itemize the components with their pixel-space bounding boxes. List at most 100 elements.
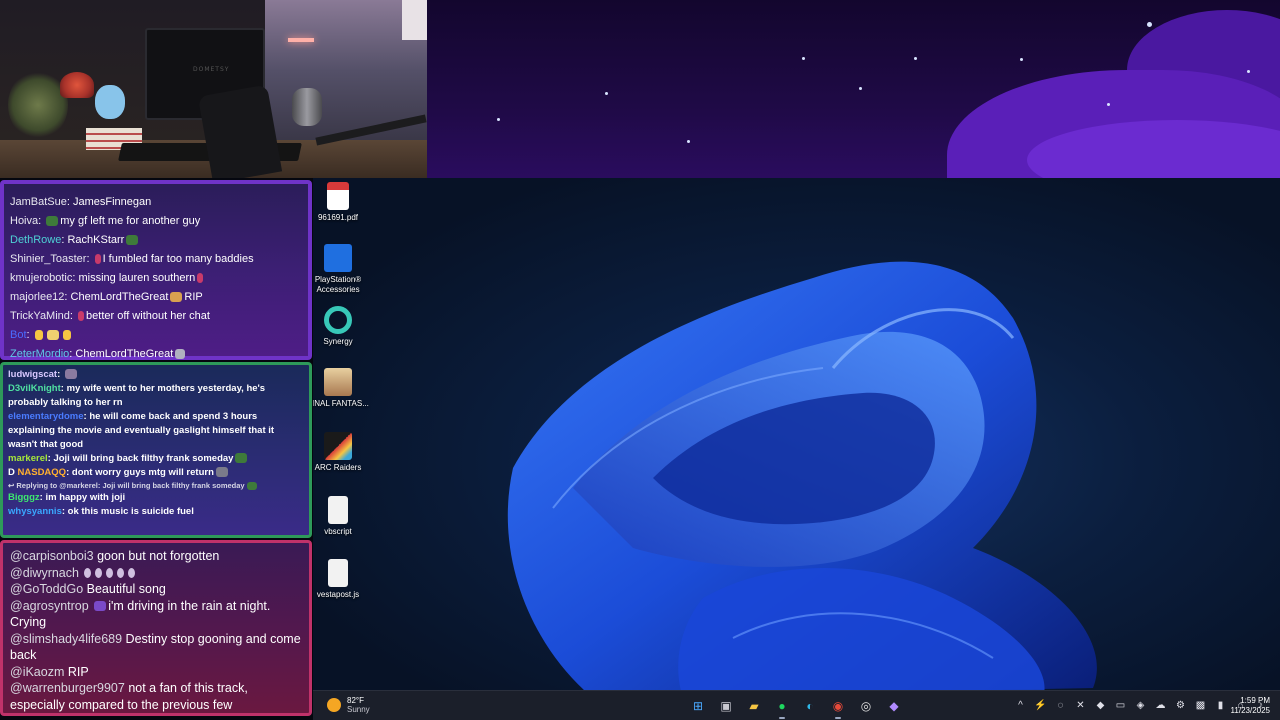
- task-view-icon[interactable]: ▣: [715, 695, 737, 717]
- chat-text: dont worry guys mtg will return: [71, 467, 214, 478]
- desktop-icon-synergy[interactable]: Synergy: [313, 306, 369, 347]
- desktop-icon-vbscript[interactable]: vbscript: [313, 496, 369, 537]
- webcam-chair: [197, 84, 283, 178]
- js-file-icon: [328, 559, 348, 587]
- chat-username[interactable]: TrickYaMind: [10, 310, 70, 322]
- desktop-icon-final-fantasy[interactable]: FINAL FANTAS...: [313, 368, 369, 409]
- chat-username[interactable]: Hoiva: [10, 215, 38, 227]
- arc-raiders-icon: [324, 432, 352, 460]
- weather-condition: Sunny: [347, 705, 370, 714]
- synergy-icon: [324, 306, 352, 334]
- chat-username[interactable]: whysyannis: [8, 506, 62, 517]
- steam-icon[interactable]: ◈: [1133, 698, 1148, 713]
- chat-username[interactable]: @warrenburger9907: [10, 681, 125, 695]
- chat-message: Bigggz: im happy with joji: [8, 492, 126, 503]
- desktop[interactable]: 961691.pdf PlayStation® Accessories Syne…: [313, 178, 1280, 690]
- sync-icon[interactable]: ◌: [1053, 698, 1068, 713]
- chat-username[interactable]: D3vilKnight: [8, 383, 61, 394]
- banner-star: [605, 92, 608, 95]
- banner-star: [1247, 70, 1250, 73]
- chat-text: im happy with joji: [45, 492, 126, 503]
- pdf-file-icon: [327, 182, 349, 210]
- chat-text: Beautiful song: [86, 582, 166, 596]
- desktop-icon-pdf[interactable]: 961691.pdf: [313, 182, 369, 223]
- emote-icon: [94, 601, 107, 612]
- chat-text: ok this music is suicide fuel: [67, 506, 194, 517]
- playstation-accessories-icon: [324, 244, 352, 272]
- edge-icon[interactable]: ◐: [799, 695, 821, 717]
- cloud-icon[interactable]: ☁: [1153, 698, 1168, 713]
- chat-username[interactable]: Shinier_Toaster: [10, 253, 86, 265]
- chat-message: markerel: Joji will bring back filthy fr…: [8, 452, 304, 466]
- chat-message: JamBatSue: JamesFinnegan: [10, 196, 152, 208]
- chat-username[interactable]: @agrosyntrop: [10, 599, 89, 613]
- chat-message: @GoToddGo Beautiful song: [10, 581, 302, 598]
- chat-username[interactable]: @GoToddGo: [10, 582, 83, 596]
- chat-username[interactable]: ludwigscat: [8, 369, 57, 380]
- chat-text: I fumbled far too many baddies: [102, 253, 254, 265]
- nvidia-icon[interactable]: ▩: [1193, 698, 1208, 713]
- chat-username[interactable]: JamBatSue: [10, 196, 67, 208]
- chat-username[interactable]: Bigggz: [8, 492, 40, 503]
- bolt-icon[interactable]: ⚡: [1033, 698, 1048, 713]
- reply-arrow-icon: ↩: [8, 481, 15, 490]
- chat-panel-kick: ludwigscat: D3vilKnight: my wife went to…: [0, 362, 312, 538]
- banner-star: [1147, 22, 1152, 27]
- obs-icon[interactable]: ◎: [855, 695, 877, 717]
- weather-widget[interactable]: 82°F Sunny: [327, 696, 370, 714]
- settings-icon[interactable]: ⚙: [1173, 698, 1188, 713]
- emote-icon: [64, 369, 77, 380]
- battery-icon[interactable]: ▮: [1213, 698, 1228, 713]
- chat-text: RachKStarr: [67, 234, 125, 246]
- banner-star: [914, 57, 917, 60]
- chat-username[interactable]: kmujerobotic: [10, 272, 72, 284]
- emote-icon: [106, 568, 114, 579]
- chat-username[interactable]: markerel: [8, 453, 48, 464]
- chat-username[interactable]: DethRowe: [10, 234, 61, 246]
- emote-icon: [197, 273, 204, 284]
- app-tray-icon[interactable]: ◆: [1093, 698, 1108, 713]
- chat-text: missing lauren southern: [78, 272, 196, 284]
- chat-message: @warrenburger9907 not a fan of this trac…: [10, 680, 302, 713]
- chat-message: @iKaozm RIP: [10, 664, 302, 681]
- emote-icon: [215, 467, 228, 478]
- chat-message: majorlee12: ChemLordTheGreat RIP: [10, 291, 203, 303]
- chat-username[interactable]: NASDAQQ: [18, 467, 67, 478]
- emote-icon: [170, 292, 183, 303]
- chat-username[interactable]: @slimshady4life689: [10, 632, 122, 646]
- clock[interactable]: 1:59 PM 11/23/2025: [1231, 696, 1270, 716]
- chat-message: @carpisonboi3 goon but not forgotten: [10, 548, 302, 565]
- chat-username[interactable]: ZeterMordio: [10, 348, 69, 360]
- chat-message: Shinier_Toaster: I fumbled far too many …: [10, 253, 254, 265]
- chevron-up-icon[interactable]: ^: [1013, 698, 1028, 713]
- chat-username[interactable]: @carpisonboi3: [10, 549, 94, 563]
- banner-star: [1020, 58, 1023, 61]
- chat-username[interactable]: @diwyrnach: [10, 566, 79, 580]
- crystal-app-icon[interactable]: ◆: [883, 695, 905, 717]
- desktop-icon-vestapost[interactable]: vestapost.js: [313, 559, 369, 600]
- start-icon[interactable]: ⊞: [687, 695, 709, 717]
- taskbar: 82°F Sunny ⊞ ▣ ▰ ● ◐ ◉ ◎ ◆ ^ ⚡ ◌ ✕ ◆ ▭ ◈ ☁ ⚙ ▩ ▮ ⌂ ♪ 1:59 P…: [313, 690, 1280, 720]
- chat-message: @slimshady4life689 Destiny stop gooning …: [10, 631, 302, 664]
- chat-username[interactable]: majorlee12: [10, 291, 64, 303]
- webcam-led-strip: [288, 38, 314, 42]
- mute-icon[interactable]: ✕: [1073, 698, 1088, 713]
- chat-panel-youtube: @carpisonboi3 goon but not forgotten @di…: [0, 540, 312, 716]
- tablet-icon[interactable]: ▭: [1113, 698, 1128, 713]
- sun-icon: [327, 698, 341, 712]
- chrome-icon[interactable]: ◉: [827, 695, 849, 719]
- file-explorer-icon[interactable]: ▰: [743, 695, 765, 717]
- chat-message: Bot:: [10, 326, 302, 345]
- emote-icon: [235, 453, 248, 464]
- desktop-icon-playstation[interactable]: PlayStation® Accessories: [313, 244, 369, 295]
- webcam-lamp: [60, 72, 94, 98]
- chat-username[interactable]: elementarydome: [8, 411, 84, 422]
- chat-username[interactable]: @iKaozm: [10, 665, 64, 679]
- desktop-icon-arc-raiders[interactable]: ARC Raiders: [313, 432, 369, 473]
- spotify-icon[interactable]: ●: [771, 695, 793, 719]
- clock-date: 11/23/2025: [1230, 706, 1270, 715]
- chat-text: my gf left me for another guy: [60, 215, 201, 227]
- emote-icon: [94, 254, 101, 265]
- chat-username[interactable]: Bot: [10, 329, 27, 341]
- taskbar-apps: ⊞ ▣ ▰ ● ◐ ◉ ◎ ◆: [687, 695, 905, 719]
